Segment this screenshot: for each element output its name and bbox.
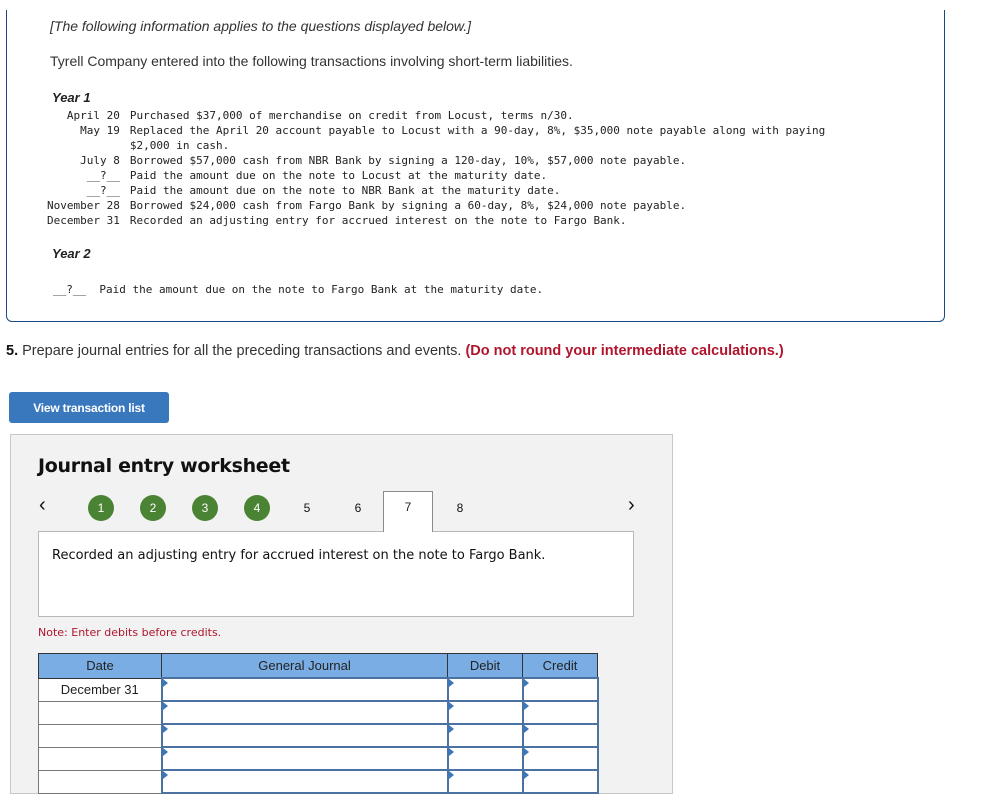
journal-header-row: Date General Journal Debit Credit xyxy=(38,653,598,679)
info-description: Tyrell Company entered into the followin… xyxy=(50,53,573,69)
step-tab-5[interactable]: 5 xyxy=(294,495,320,521)
transaction-date: July 8 xyxy=(80,154,120,167)
general-journal-table: Date General Journal Debit Credit Decemb… xyxy=(38,653,599,794)
transaction-description: Recorded an adjusting entry for accrued … xyxy=(52,548,546,563)
credit-input[interactable] xyxy=(523,725,597,746)
credit-cell[interactable] xyxy=(521,723,599,748)
chevron-right-icon[interactable]: › xyxy=(628,495,635,515)
transaction-row: May 19 Replaced the April 20 account paya… xyxy=(47,123,825,138)
step-tab-2[interactable]: 2 xyxy=(140,495,166,521)
year1-transactions: April 20 Purchased $37,000 of merchandise… xyxy=(47,108,825,228)
date-cell xyxy=(38,723,162,748)
header-credit: Credit xyxy=(522,653,598,679)
question-number: 5. xyxy=(6,343,19,359)
table-row xyxy=(38,723,599,748)
transaction-row: $2,000 in cash. xyxy=(47,138,825,153)
table-row xyxy=(38,769,599,794)
journal-entry-worksheet: Journal entry worksheet ‹ 1 2 3 4 5 6 7 … xyxy=(10,434,673,794)
transaction-text: Replaced the April 20 account payable to… xyxy=(129,124,826,137)
transaction-row: __?__ Paid the amount due on the note to … xyxy=(47,183,825,198)
step-tab-3[interactable]: 3 xyxy=(192,495,218,521)
debit-cell[interactable] xyxy=(446,746,524,771)
transaction-text: Paid the amount due on the note to NBR B… xyxy=(129,184,561,197)
table-row: December 31 xyxy=(38,677,599,702)
transaction-date: May 19 xyxy=(80,124,120,137)
credit-input[interactable] xyxy=(523,679,597,700)
account-cell[interactable] xyxy=(160,746,449,771)
worksheet-title: Journal entry worksheet xyxy=(38,455,290,477)
date-cell: December 31 xyxy=(38,677,162,702)
problem-info-panel: [The following information applies to th… xyxy=(6,10,945,322)
transaction-text: Borrowed $24,000 cash from Fargo Bank by… xyxy=(129,199,687,212)
debit-input[interactable] xyxy=(448,702,522,723)
step-tab-4[interactable]: 4 xyxy=(244,495,270,521)
debits-note: Note: Enter debits before credits. xyxy=(38,626,222,639)
transaction-row: July 8 Borrowed $57,000 cash from NBR Ban… xyxy=(47,153,825,168)
chevron-left-icon[interactable]: ‹ xyxy=(39,495,46,515)
transaction-date: __?__ xyxy=(86,184,120,197)
debit-input[interactable] xyxy=(448,725,522,746)
debit-input[interactable] xyxy=(448,771,522,792)
account-input[interactable] xyxy=(162,725,447,746)
date-cell xyxy=(38,746,162,771)
debit-cell[interactable] xyxy=(446,700,524,725)
year2-transaction: __?__ Paid the amount due on the note to… xyxy=(53,283,544,296)
info-intro-text: [The following information applies to th… xyxy=(50,18,472,34)
table-row xyxy=(38,700,599,725)
credit-input[interactable] xyxy=(523,771,597,792)
step-tab-7[interactable]: 7 xyxy=(383,491,433,532)
account-cell[interactable] xyxy=(160,723,449,748)
account-cell[interactable] xyxy=(160,700,449,725)
credit-cell[interactable] xyxy=(521,769,599,794)
date-cell xyxy=(38,769,162,794)
credit-input[interactable] xyxy=(523,702,597,723)
credit-cell[interactable] xyxy=(521,700,599,725)
transaction-text: $2,000 in cash. xyxy=(129,139,230,152)
account-cell[interactable] xyxy=(160,769,449,794)
transaction-row: December 31 Recorded an adjusting entry f… xyxy=(47,213,825,228)
debit-cell[interactable] xyxy=(446,723,524,748)
year1-label: Year 1 xyxy=(52,90,91,105)
transaction-text: Borrowed $57,000 cash from NBR Bank by s… xyxy=(129,154,687,167)
debit-cell[interactable] xyxy=(446,769,524,794)
question-warning: (Do not round your intermediate calculat… xyxy=(465,343,784,359)
question-text: Prepare journal entries for all the prec… xyxy=(18,343,466,359)
transaction-row: November 28 Borrowed $24,000 cash from Fa… xyxy=(47,198,825,213)
credit-input[interactable] xyxy=(523,748,597,769)
header-debit: Debit xyxy=(447,653,523,679)
step-tab-6[interactable]: 6 xyxy=(345,495,371,521)
transaction-date: April 20 xyxy=(66,109,120,122)
account-input[interactable] xyxy=(162,748,447,769)
step-tab-1[interactable]: 1 xyxy=(88,495,114,521)
account-cell[interactable] xyxy=(160,677,449,702)
year2-label: Year 2 xyxy=(52,246,91,261)
transaction-date: December 31 xyxy=(47,214,120,227)
transaction-row: April 20 Purchased $37,000 of merchandise… xyxy=(47,108,825,123)
transaction-date: __?__ xyxy=(86,169,120,182)
step-tab-8[interactable]: 8 xyxy=(447,495,473,521)
header-general-journal: General Journal xyxy=(161,653,448,679)
debit-input[interactable] xyxy=(448,748,522,769)
account-input[interactable] xyxy=(162,702,447,723)
transaction-row: __?__ Paid the amount due on the note to … xyxy=(47,168,825,183)
view-transaction-list-button[interactable]: View transaction list xyxy=(9,392,169,423)
transaction-text: Purchased $37,000 of merchandise on cred… xyxy=(129,109,574,122)
transaction-date xyxy=(47,138,130,153)
question-prompt: 5. Prepare journal entries for all the p… xyxy=(6,343,784,359)
transaction-text: Paid the amount due on the note to Locus… xyxy=(129,169,548,182)
transaction-text: Recorded an adjusting entry for accrued … xyxy=(129,214,627,227)
table-row xyxy=(38,746,599,771)
credit-cell[interactable] xyxy=(521,746,599,771)
credit-cell[interactable] xyxy=(521,677,599,702)
date-cell xyxy=(38,700,162,725)
debit-input[interactable] xyxy=(448,679,522,700)
transaction-description-panel: Recorded an adjusting entry for accrued … xyxy=(38,531,634,617)
account-input[interactable] xyxy=(162,771,447,792)
header-date: Date xyxy=(38,653,162,679)
account-input[interactable] xyxy=(162,679,447,700)
debit-cell[interactable] xyxy=(446,677,524,702)
transaction-date: November 28 xyxy=(47,199,120,212)
